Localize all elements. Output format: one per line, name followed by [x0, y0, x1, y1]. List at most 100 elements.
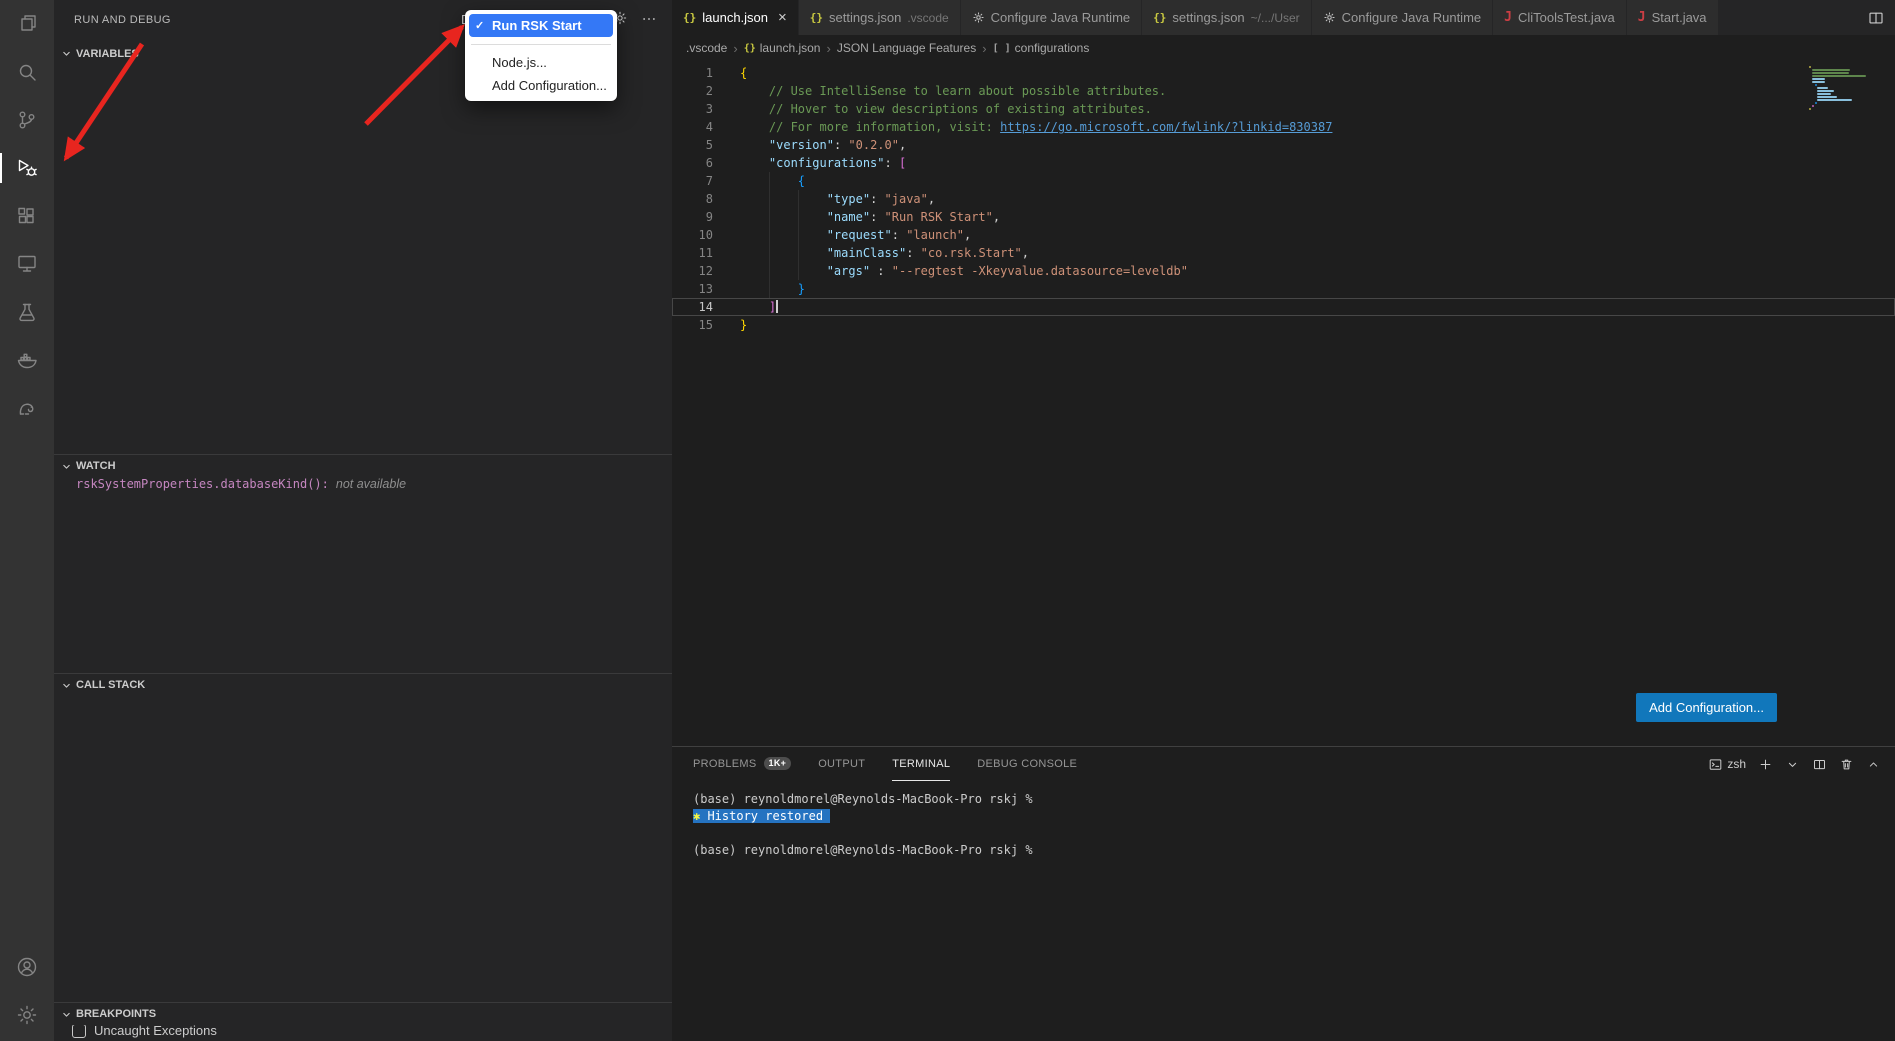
tab-settings-json[interactable]: {}settings.json~/.../User [1142, 0, 1312, 35]
line-number[interactable]: 15 [672, 316, 713, 334]
breadcrumb-configurations[interactable]: [ ]configurations [993, 41, 1090, 55]
launch-profile-dropdown[interactable] [1785, 757, 1800, 772]
line-number[interactable]: 2 [672, 82, 713, 100]
panel-tab-output[interactable]: OUTPUT [818, 747, 865, 781]
code-line[interactable]: 11 "mainClass": "co.rsk.Start", [672, 244, 1895, 262]
code-line[interactable]: 2 // Use IntelliSense to learn about pos… [672, 82, 1895, 100]
activity-item-remote-explorer[interactable] [0, 240, 54, 288]
activity-item-gradle[interactable] [0, 384, 54, 432]
activity-item-run-and-debug[interactable] [0, 144, 54, 192]
tab-launch-json[interactable]: {}launch.json× [672, 0, 799, 35]
line-number[interactable]: 9 [672, 208, 713, 226]
section-header-breakpoints[interactable]: BREAKPOINTS [54, 1002, 672, 1025]
line-content: "request": "launch", [713, 226, 971, 244]
section-header-watch[interactable]: WATCH [54, 454, 672, 477]
terminal-content[interactable]: (base) reynoldmorel@Reynolds-MacBook-Pro… [672, 781, 1895, 859]
code-line[interactable]: 12 "args" : "--regtest -Xkeyvalue.dataso… [672, 262, 1895, 280]
activity-item-accounts[interactable] [0, 943, 54, 991]
tab-label: CliToolsTest.java [1518, 10, 1615, 25]
line-content: "configurations": [ [713, 154, 906, 172]
split-editor-button[interactable] [1867, 9, 1885, 27]
activity-item-source-control[interactable] [0, 96, 54, 144]
close-icon[interactable]: × [778, 10, 787, 25]
activity-item-manage[interactable] [0, 991, 54, 1039]
line-number[interactable]: 12 [672, 262, 713, 280]
line-number[interactable]: 13 [672, 280, 713, 298]
line-number[interactable]: 3 [672, 100, 713, 118]
tab-start-java[interactable]: JStart.java [1627, 0, 1719, 35]
activity-bar-top [0, 0, 54, 432]
watch-expression-row[interactable]: rskSystemProperties.databaseKind():not a… [76, 477, 406, 491]
terminal-line[interactable]: ✱ History restored [693, 808, 1895, 825]
terminal-icon [1708, 757, 1723, 772]
activity-item-search[interactable] [0, 48, 54, 96]
maximize-panel-button[interactable] [1866, 757, 1881, 772]
terminal-line[interactable]: (base) reynoldmorel@Reynolds-MacBook-Pro… [693, 791, 1895, 808]
code-line[interactable]: 8 "type": "java", [672, 190, 1895, 208]
chevron-down-icon [60, 460, 73, 473]
code-line[interactable]: 4 // For more information, visit: https:… [672, 118, 1895, 136]
panel-actions: zsh [1708, 757, 1881, 772]
line-number[interactable]: 6 [672, 154, 713, 172]
code-line[interactable]: 1{ [672, 64, 1895, 82]
breadcrumb-json-language-features[interactable]: JSON Language Features [837, 41, 976, 55]
code-line[interactable]: 13 } [672, 280, 1895, 298]
line-number[interactable]: 1 [672, 64, 713, 82]
activity-item-extensions[interactable] [0, 192, 54, 240]
code-line[interactable]: 3 // Hover to view descriptions of exist… [672, 100, 1895, 118]
line-number[interactable]: 5 [672, 136, 713, 154]
source-control-icon [15, 108, 39, 132]
menu-item-node-js[interactable]: Node.js... [469, 51, 613, 74]
menu-item-add-configuration[interactable]: Add Configuration... [469, 74, 613, 97]
breadcrumb-vscode[interactable]: .vscode [686, 41, 727, 55]
testing-icon [15, 300, 39, 324]
breakpoint-row[interactable]: Uncaught Exceptions [72, 1023, 217, 1038]
breadcrumb-launch-json[interactable]: {}launch.json [744, 41, 821, 55]
new-terminal-button[interactable] [1758, 757, 1773, 772]
code-line[interactable]: 10 "request": "launch", [672, 226, 1895, 244]
split-icon [1812, 757, 1827, 772]
tab-configure-java-runtime[interactable]: Configure Java Runtime [1312, 0, 1493, 35]
tab-configure-java-runtime[interactable]: Configure Java Runtime [961, 0, 1142, 35]
tab-label: settings.json [829, 10, 901, 25]
kill-terminal-button[interactable] [1839, 757, 1854, 772]
code-area[interactable]: 1{2 // Use IntelliSense to learn about p… [672, 61, 1895, 746]
activity-item-testing[interactable] [0, 288, 54, 336]
tab-settings-json[interactable]: {}settings.json.vscode [799, 0, 961, 35]
breadcrumbs: .vscode›{}launch.json›JSON Language Feat… [672, 35, 1895, 61]
panel-tab-problems[interactable]: PROBLEMS1K+ [693, 747, 791, 781]
panel-tab-terminal[interactable]: TERMINAL [892, 747, 950, 781]
breakpoint-checkbox[interactable] [72, 1024, 86, 1038]
activity-item-docker[interactable] [0, 336, 54, 384]
panel-header: PROBLEMS1K+ OUTPUT TERMINAL DEBUG CONSOLE z… [672, 747, 1895, 781]
line-content: // Hover to view descriptions of existin… [713, 100, 1152, 118]
line-number[interactable]: 4 [672, 118, 713, 136]
code-line[interactable]: 5 "version": "0.2.0", [672, 136, 1895, 154]
tab-clitoolstest-java[interactable]: JCliToolsTest.java [1493, 0, 1627, 35]
add-configuration-button[interactable]: Add Configuration... [1636, 693, 1777, 722]
minimap[interactable] [1809, 66, 1879, 111]
code-line[interactable]: 6 "configurations": [ [672, 154, 1895, 172]
line-content: } [713, 280, 805, 298]
terminal-line[interactable]: (base) reynoldmorel@Reynolds-MacBook-Pro… [693, 842, 1895, 859]
more-actions-button[interactable] [640, 10, 658, 33]
indent-guide [798, 190, 799, 280]
line-content: "args" : "--regtest -Xkeyvalue.datasourc… [713, 262, 1188, 280]
code-line[interactable]: 9 "name": "Run RSK Start", [672, 208, 1895, 226]
line-number[interactable]: 7 [672, 172, 713, 190]
panel-tab-debug-console[interactable]: DEBUG CONSOLE [977, 747, 1077, 781]
menu-item-run-rsk-start[interactable]: ✓Run RSK Start [469, 14, 613, 37]
line-number[interactable]: 8 [672, 190, 713, 208]
terminal-line[interactable] [693, 825, 1895, 842]
trash-icon [1839, 757, 1854, 772]
line-number[interactable]: 11 [672, 244, 713, 262]
code-line[interactable]: 14 ] [672, 298, 1895, 316]
code-line[interactable]: 7 { [672, 172, 1895, 190]
line-number[interactable]: 10 [672, 226, 713, 244]
section-header-call-stack[interactable]: CALL STACK [54, 673, 672, 696]
code-line[interactable]: 15} [672, 316, 1895, 334]
line-number[interactable]: 14 [672, 298, 713, 316]
split-terminal-button[interactable] [1812, 757, 1827, 772]
terminal-profile[interactable]: zsh [1708, 757, 1746, 772]
activity-item-explorer[interactable] [0, 0, 54, 48]
